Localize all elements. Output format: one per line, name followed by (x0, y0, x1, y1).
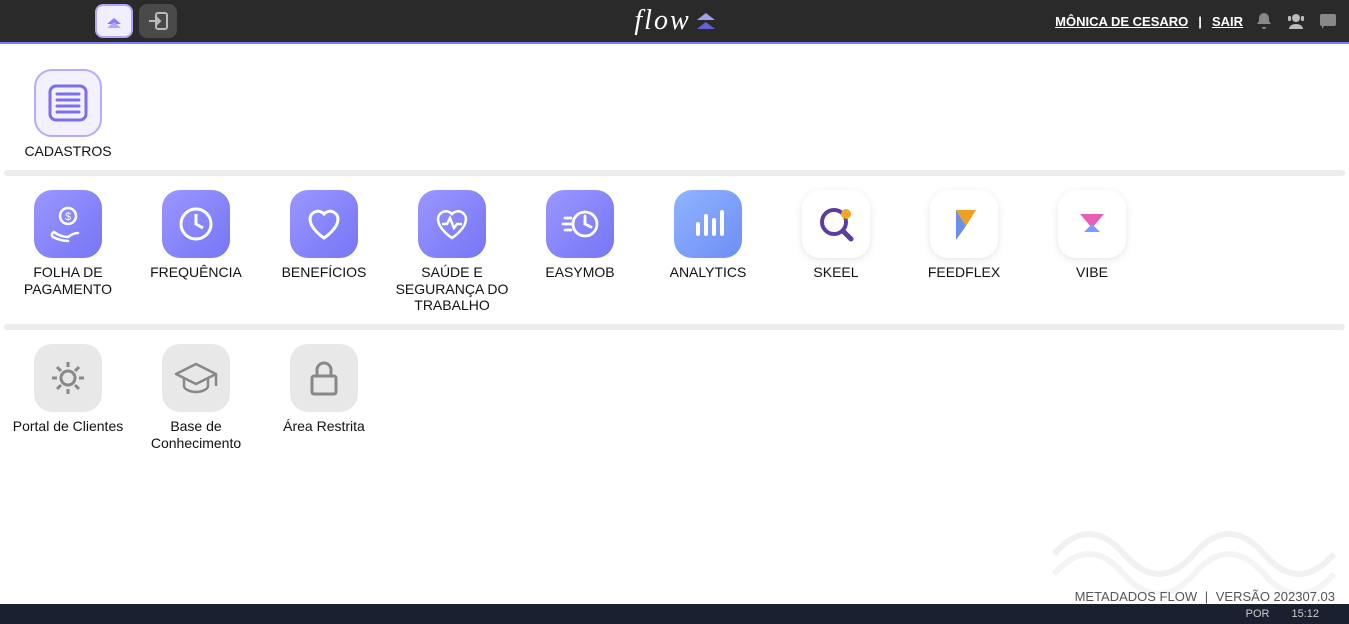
brand-icon (697, 13, 715, 29)
label: CADASTROS (24, 143, 111, 160)
logout-link[interactable]: SAIR (1212, 14, 1243, 29)
label: EASYMOB (545, 264, 614, 281)
brand-text: flow (634, 5, 690, 37)
footer-brand: METADADOS FLOW (1075, 589, 1198, 604)
divider-2 (4, 324, 1345, 330)
divider-1 (4, 170, 1345, 176)
tile-easymob[interactable]: EASYMOB (516, 190, 644, 314)
taskbar-lang[interactable]: POR (1246, 608, 1270, 620)
label: SAÚDE E SEGURANÇA DO TRABALHO (392, 264, 512, 314)
label: FREQUÊNCIA (150, 264, 242, 281)
tile-beneficios[interactable]: BENEFÍCIOS (260, 190, 388, 314)
svg-text:$: $ (65, 211, 71, 223)
tile-skeel[interactable]: SKEEL (772, 190, 900, 314)
pay-icon: $ (34, 190, 102, 258)
tile-frequencia[interactable]: FREQUÊNCIA (132, 190, 260, 314)
magnify-icon (802, 190, 870, 258)
label: BENEFÍCIOS (282, 264, 367, 281)
fold-icon (930, 190, 998, 258)
tile-base-conhecimento[interactable]: Base de Conhecimento (132, 344, 260, 452)
gear-icon (34, 344, 102, 412)
support-icon[interactable] (1285, 10, 1307, 32)
tile-saude-seguranca[interactable]: SAÚDE E SEGURANÇA DO TRABALHO (388, 190, 516, 314)
section-cadastros: CADASTROS (4, 69, 1345, 160)
label: Portal de Clientes (13, 418, 124, 435)
section-apps: $ FOLHA DE PAGAMENTO FREQUÊNCIA BENEFÍCI… (4, 190, 1345, 314)
label: SKEEL (813, 264, 858, 281)
tile-folha-de-pagamento[interactable]: $ FOLHA DE PAGAMENTO (4, 190, 132, 314)
speed-icon (546, 190, 614, 258)
logout-icon-button[interactable] (139, 4, 177, 38)
taskbar-time[interactable]: 15:12 (1291, 608, 1319, 620)
heartbeat-icon (418, 190, 486, 258)
label: FOLHA DE PAGAMENTO (8, 264, 128, 298)
bars-icon (674, 190, 742, 258)
section-links: Portal de Clientes Base de Conhecimento … (4, 344, 1345, 452)
heart-icon (290, 190, 358, 258)
brand-logo: flow (634, 5, 714, 37)
tile-analytics[interactable]: ANALYTICS (644, 190, 772, 314)
lines-icon (34, 69, 102, 137)
main-content: CADASTROS $ FOLHA DE PAGAMENTO FREQUÊNCI… (0, 44, 1349, 452)
topbar: flow MÔNICA DE CESARO | SAIR (0, 0, 1349, 42)
tile-cadastros[interactable]: CADASTROS (4, 69, 132, 160)
label: VIBE (1076, 264, 1108, 281)
decorative-wave (1049, 504, 1339, 594)
tile-vibe[interactable]: VIBE (1028, 190, 1156, 314)
lock-icon (290, 344, 358, 412)
grad-icon (162, 344, 230, 412)
tile-area-restrita[interactable]: Área Restrita (260, 344, 388, 452)
chat-icon[interactable] (1317, 10, 1339, 32)
tile-feedflex[interactable]: FEEDFLEX (900, 190, 1028, 314)
label: ANALYTICS (670, 264, 747, 281)
label: Área Restrita (283, 418, 365, 435)
clock-icon (162, 190, 230, 258)
bell-icon[interactable] (1253, 10, 1275, 32)
user-name-link[interactable]: MÔNICA DE CESARO (1055, 14, 1188, 29)
separator: | (1198, 14, 1202, 29)
tile-portal-clientes[interactable]: Portal de Clientes (4, 344, 132, 452)
label: FEEDFLEX (928, 264, 1000, 281)
os-taskbar: POR 15:12 (0, 604, 1349, 624)
vibe-icon (1058, 190, 1126, 258)
footer: METADADOS FLOW | VERSÃO 202307.03 (1075, 589, 1335, 604)
label: Base de Conhecimento (136, 418, 256, 452)
footer-version: VERSÃO 202307.03 (1216, 589, 1335, 604)
home-button[interactable] (95, 4, 133, 38)
